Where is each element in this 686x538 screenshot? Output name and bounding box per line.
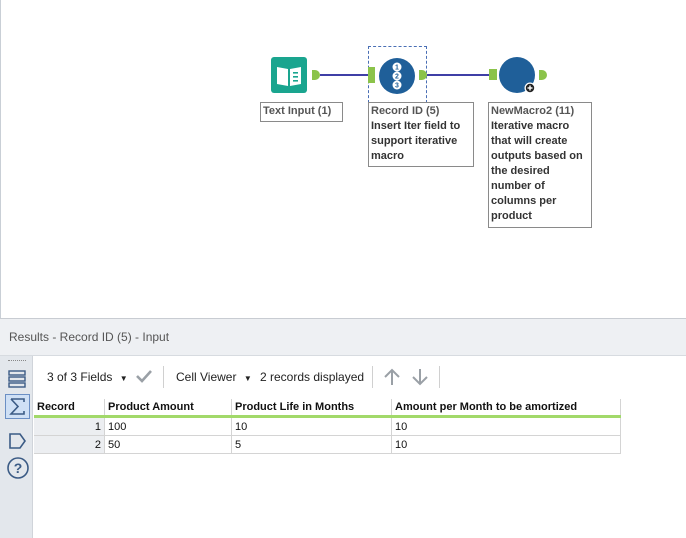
divider — [372, 366, 373, 388]
workflow-canvas[interactable]: Text Input (1) 1 2 3 Record ID (5) Inser… — [0, 0, 686, 318]
results-toolbar: 3 of 3 Fields ▼ Cell Viewer ▼ 2 records … — [33, 356, 686, 398]
annotation-text: Insert Iter field to support iterative m… — [371, 120, 461, 162]
annotation-title: NewMacro2 (11) — [491, 105, 575, 117]
svg-text:2: 2 — [395, 74, 399, 81]
table-cell[interactable]: 50 — [104, 435, 232, 454]
macro-annotation: NewMacro2 (11) Iterative macro that will… — [488, 102, 592, 228]
book-icon — [271, 57, 307, 93]
results-title: Results - Record ID (5) - Input — [9, 330, 170, 344]
macro-tool[interactable] — [498, 56, 538, 96]
records-count: 2 records displayed — [260, 370, 365, 384]
help-icon[interactable]: ? — [6, 456, 29, 479]
results-header: Results - Record ID (5) - Input — [0, 318, 686, 356]
drag-handle[interactable] — [8, 360, 26, 363]
column-header[interactable]: Product Amount — [104, 399, 232, 418]
results-sidebar: ? — [0, 356, 33, 538]
svg-text:1: 1 — [395, 65, 399, 72]
record-cell[interactable]: 1 — [34, 416, 105, 436]
record-id-tool[interactable]: 1 2 3 — [378, 57, 416, 95]
input-anchor[interactable] — [368, 67, 375, 83]
input-anchor[interactable] — [489, 69, 497, 80]
svg-text:3: 3 — [395, 83, 399, 90]
text-input-annotation: Text Input (1) — [260, 102, 343, 122]
cell-viewer-label: Cell Viewer — [176, 370, 237, 384]
tag-icon[interactable] — [6, 430, 28, 452]
arrow-up-icon[interactable] — [383, 367, 401, 390]
output-anchor[interactable] — [539, 70, 547, 80]
divider — [163, 366, 164, 388]
annotation-title: Text Input (1) — [263, 105, 332, 117]
table-cell[interactable]: 10 — [391, 416, 621, 436]
check-icon[interactable] — [135, 368, 153, 387]
annotation-title: Record ID (5) — [371, 105, 440, 117]
record-cell[interactable]: 2 — [34, 435, 105, 454]
annotation-text: Iterative macro that will create outputs… — [491, 120, 583, 222]
cell-viewer-dropdown[interactable]: Cell Viewer ▼ — [176, 370, 252, 384]
table-cell[interactable]: 5 — [231, 435, 392, 454]
output-anchor[interactable] — [312, 70, 320, 80]
table-row[interactable]: 1 100 10 10 — [34, 416, 621, 436]
summary-icon[interactable] — [5, 394, 30, 419]
column-header[interactable]: Amount per Month to be amortized — [391, 399, 621, 418]
macro-icon — [499, 57, 536, 94]
table-cell[interactable]: 10 — [391, 435, 621, 454]
record-id-icon: 1 2 3 — [379, 58, 415, 94]
header-row: Record Product Amount Product Life in Mo… — [34, 399, 621, 418]
text-input-tool[interactable] — [271, 57, 307, 93]
svg-text:?: ? — [14, 460, 23, 476]
connection-line[interactable] — [320, 74, 368, 76]
chevron-down-icon: ▼ — [243, 374, 252, 383]
chevron-down-icon: ▼ — [119, 374, 128, 383]
column-header[interactable]: Product Life in Months — [231, 399, 392, 418]
results-grid[interactable]: Record Product Amount Product Life in Mo… — [34, 399, 621, 454]
table-cell[interactable]: 10 — [231, 416, 392, 436]
table-view-icon[interactable] — [6, 368, 28, 390]
divider — [439, 366, 440, 388]
fields-label: 3 of 3 Fields — [47, 370, 113, 384]
record-id-annotation: Record ID (5) Insert Iter field to suppo… — [368, 102, 474, 167]
arrow-down-icon[interactable] — [411, 367, 429, 390]
connection-line[interactable] — [427, 74, 489, 76]
fields-dropdown[interactable]: 3 of 3 Fields ▼ — [47, 370, 128, 384]
column-header[interactable]: Record — [34, 399, 105, 418]
table-row[interactable]: 2 50 5 10 — [34, 435, 621, 454]
table-cell[interactable]: 100 — [104, 416, 232, 436]
